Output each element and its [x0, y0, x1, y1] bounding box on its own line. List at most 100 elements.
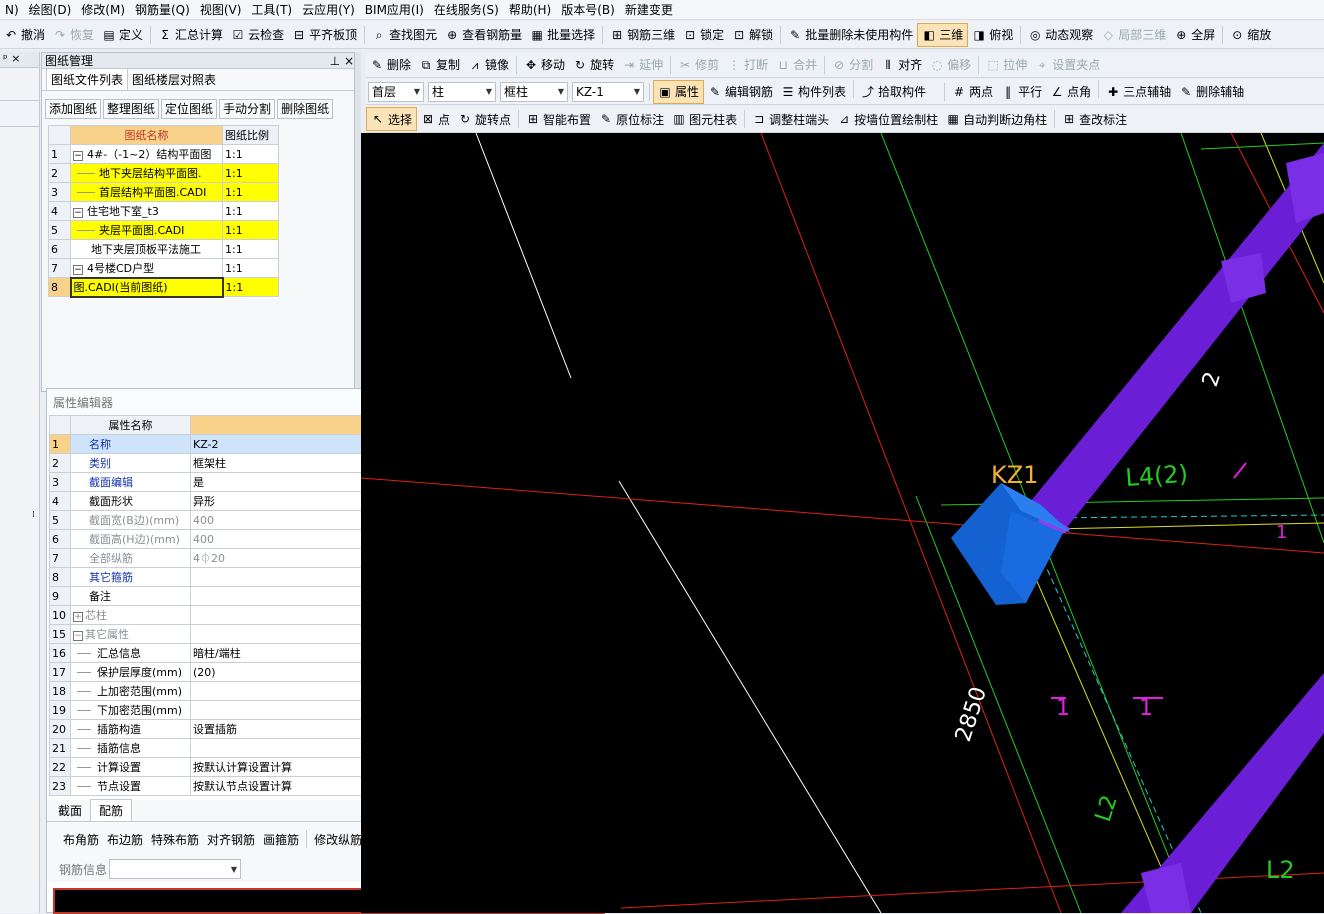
collapse-icon[interactable]: − — [73, 264, 83, 275]
drawing-canvas[interactable]: KZ1 L4(2) 2850 L2 L2 1 1 1 2 — [361, 133, 1324, 913]
local-3d-button[interactable]: ◇ 局部三维 — [1097, 23, 1170, 47]
rebar-button-3[interactable]: 对齐钢筋 — [203, 831, 259, 848]
rebar-button-4[interactable]: 画箍筋 — [259, 831, 303, 848]
move-button[interactable]: ✥ 移动 — [520, 53, 569, 77]
rebar-button-5[interactable]: 修改纵筋 — [310, 831, 366, 848]
auto-corner-button[interactable]: ▦ 自动判断边角柱 — [942, 107, 1051, 131]
menu-item[interactable]: 帮助(H) — [504, 0, 556, 19]
offset-button[interactable]: ◌ 偏移 — [926, 53, 975, 77]
smart-layout-button[interactable]: ⊞ 智能布置 — [522, 107, 595, 131]
drawing-name-cell[interactable]: 地下夹层顶板平法施工 — [70, 239, 223, 259]
redo-button[interactable]: ↷ 恢复 — [49, 23, 98, 47]
splitter-handle[interactable]: ⁞ — [32, 510, 40, 522]
rebar-3d-button[interactable]: ⊞ 钢筋三维 — [606, 23, 679, 47]
delete-axis-button[interactable]: ✎ 删除辅轴 — [1175, 80, 1248, 104]
component-select[interactable]: KZ-1 ▼ — [572, 81, 644, 102]
parallel-button[interactable]: ‖ 平行 — [997, 80, 1046, 104]
drawing-button-3[interactable]: 手动分割 — [219, 99, 276, 119]
rotate-button[interactable]: ↻ 旋转 — [569, 53, 618, 77]
menu-item[interactable]: 修改(M) — [76, 0, 130, 19]
collapse-icon[interactable]: − — [73, 631, 83, 641]
rebar-info-select[interactable]: ▼ — [109, 859, 242, 879]
select-button[interactable]: ↖ 选择 — [366, 107, 418, 131]
point-angle-button[interactable]: ∠ 点角 — [1046, 80, 1095, 104]
drawing-name-cell[interactable]: 图.CADI(当前图纸) — [69, 276, 224, 298]
menu-item[interactable]: 新建变更 — [620, 0, 678, 19]
view-rebar-button[interactable]: ⊕ 查看钢筋量 — [441, 23, 526, 47]
drawing-name-cell[interactable]: − 住宅地下室_t3 — [70, 201, 223, 221]
point-button[interactable]: ⊠ 点 — [417, 107, 454, 131]
property-button[interactable]: ▣ 属性 — [653, 79, 705, 104]
drawing-button-1[interactable]: 整理图纸 — [103, 99, 160, 119]
change-mark-button[interactable]: ⊞ 查改标注 — [1058, 107, 1131, 131]
break-button[interactable]: ⋮ 打断 — [723, 53, 772, 77]
table-row[interactable]: 3 首层结构平面图.CADI 1:1 — [48, 182, 279, 202]
floor-select[interactable]: 首层 ▼ — [368, 81, 424, 102]
find-button[interactable]: ⌕ 查找图元 — [368, 23, 441, 47]
3d-button[interactable]: ◧ 三维 — [917, 22, 969, 47]
drawing-button-4[interactable]: 删除图纸 — [277, 99, 334, 119]
menu-item[interactable]: 云应用(Y) — [297, 0, 360, 19]
drawing-button-2[interactable]: 定位图纸 — [161, 99, 218, 119]
stretch-button[interactable]: ⬚ 拉伸 — [982, 53, 1031, 77]
tab-drawing-0[interactable]: 图纸文件列表 — [46, 68, 129, 90]
drawing-name-cell[interactable]: 夹层平面图.CADI — [70, 220, 223, 240]
two-point-button[interactable]: # 两点 — [948, 80, 997, 104]
adjust-column-end-button[interactable]: ⊐ 调整柱端头 — [748, 107, 833, 131]
type-select[interactable]: 柱 ▼ — [428, 81, 496, 102]
collapse-icon[interactable]: − — [73, 151, 83, 161]
three-point-button[interactable]: ✚ 三点辅轴 — [1102, 80, 1175, 104]
drawing-name-cell[interactable]: 首层结构平面图.CADI — [70, 182, 223, 202]
menu-item[interactable]: 在线服务(S) — [429, 0, 504, 19]
menu-item[interactable]: 视图(V) — [195, 0, 247, 19]
fullscreen-button[interactable]: ⊕ 全屏 — [1170, 23, 1219, 47]
zoom-button[interactable]: ⊙ 缩放 — [1226, 23, 1275, 47]
menu-item[interactable]: 工具(T) — [246, 0, 297, 19]
split-button[interactable]: ⊘ 分割 — [828, 53, 877, 77]
tab-rebar[interactable]: 配筋 — [90, 799, 133, 821]
pin-icon[interactable]: ᵖ × — [0, 52, 39, 68]
drawing-name-cell[interactable]: −4#-（-1~2）结构平面图 — [70, 144, 223, 164]
tab-section[interactable]: 截面 — [50, 800, 90, 821]
menu-item[interactable]: 版本号(B) — [556, 0, 620, 19]
drawing-button-0[interactable]: 添加图纸 — [45, 99, 102, 119]
menu-item[interactable]: 钢筋量(Q) — [130, 0, 195, 19]
edit-rebar-button[interactable]: ✎ 编辑钢筋 — [704, 80, 777, 104]
drawing-name-cell[interactable]: −4号楼CD户型 — [70, 258, 223, 278]
column-table-button[interactable]: ▥ 图元柱表 — [668, 107, 741, 131]
rebar-button-2[interactable]: 特殊布筋 — [147, 831, 203, 848]
extend-button[interactable]: ⇥ 延伸 — [618, 53, 667, 77]
table-row[interactable]: 5 夹层平面图.CADI 1:1 — [48, 220, 279, 240]
top-view-button[interactable]: ◨ 俯视 — [968, 23, 1017, 47]
collapse-icon[interactable]: − — [73, 208, 83, 218]
copy-button[interactable]: ⧉ 复制 — [415, 53, 464, 77]
define-button[interactable]: ▤ 定义 — [98, 23, 147, 47]
rebar-button-0[interactable]: 布角筋 — [59, 831, 103, 848]
table-row[interactable]: 1−4#-（-1~2）结构平面图 1:1 — [48, 144, 279, 164]
menu-item[interactable]: 绘图(D) — [24, 0, 77, 19]
mirror-button[interactable]: ⩘ 镜像 — [464, 53, 513, 77]
orbit-button[interactable]: ◎ 动态观察 — [1024, 23, 1097, 47]
wall-draw-button[interactable]: ⊿ 按墙位置绘制柱 — [833, 107, 942, 131]
menu-item[interactable]: BIM应用(I) — [360, 0, 429, 19]
delete-button[interactable]: ✎ 删除 — [366, 53, 415, 77]
rebar-button-1[interactable]: 布边筋 — [103, 831, 147, 848]
tab-drawing-1[interactable]: 图纸楼层对照表 — [128, 69, 220, 90]
in-place-mark-button[interactable]: ✎ 原位标注 — [595, 107, 668, 131]
table-row[interactable]: 6 地下夹层顶板平法施工 1:1 — [48, 239, 279, 259]
table-row[interactable]: 4− 住宅地下室_t3 1:1 — [48, 201, 279, 221]
component-list-button[interactable]: ☰ 构件列表 — [777, 80, 850, 104]
cloud-check-button[interactable]: ☑ 云检查 — [227, 23, 288, 47]
panel-pin-close-icon[interactable]: ⊥ × — [330, 53, 354, 68]
sum-button[interactable]: Σ 汇总计算 — [154, 23, 227, 47]
lock-button[interactable]: ⊡ 锁定 — [679, 23, 728, 47]
align-button[interactable]: ⫴ 对齐 — [877, 53, 926, 77]
table-row[interactable]: 2 地下夹层结构平面图. 1:1 — [48, 163, 279, 183]
unlock-button[interactable]: ⊡ 解锁 — [728, 23, 777, 47]
table-row[interactable]: 8 图.CADI(当前图纸) 1:1 — [48, 276, 279, 298]
undo-button[interactable]: ↶ 撤消 — [0, 23, 49, 47]
batch-delete-button[interactable]: ✎ 批量删除未使用构件 — [784, 23, 917, 47]
set-point-button[interactable]: ⌖ 设置夹点 — [1031, 53, 1104, 77]
trim-button[interactable]: ✂ 修剪 — [674, 53, 723, 77]
subtype-select[interactable]: 框柱 ▼ — [500, 81, 568, 102]
